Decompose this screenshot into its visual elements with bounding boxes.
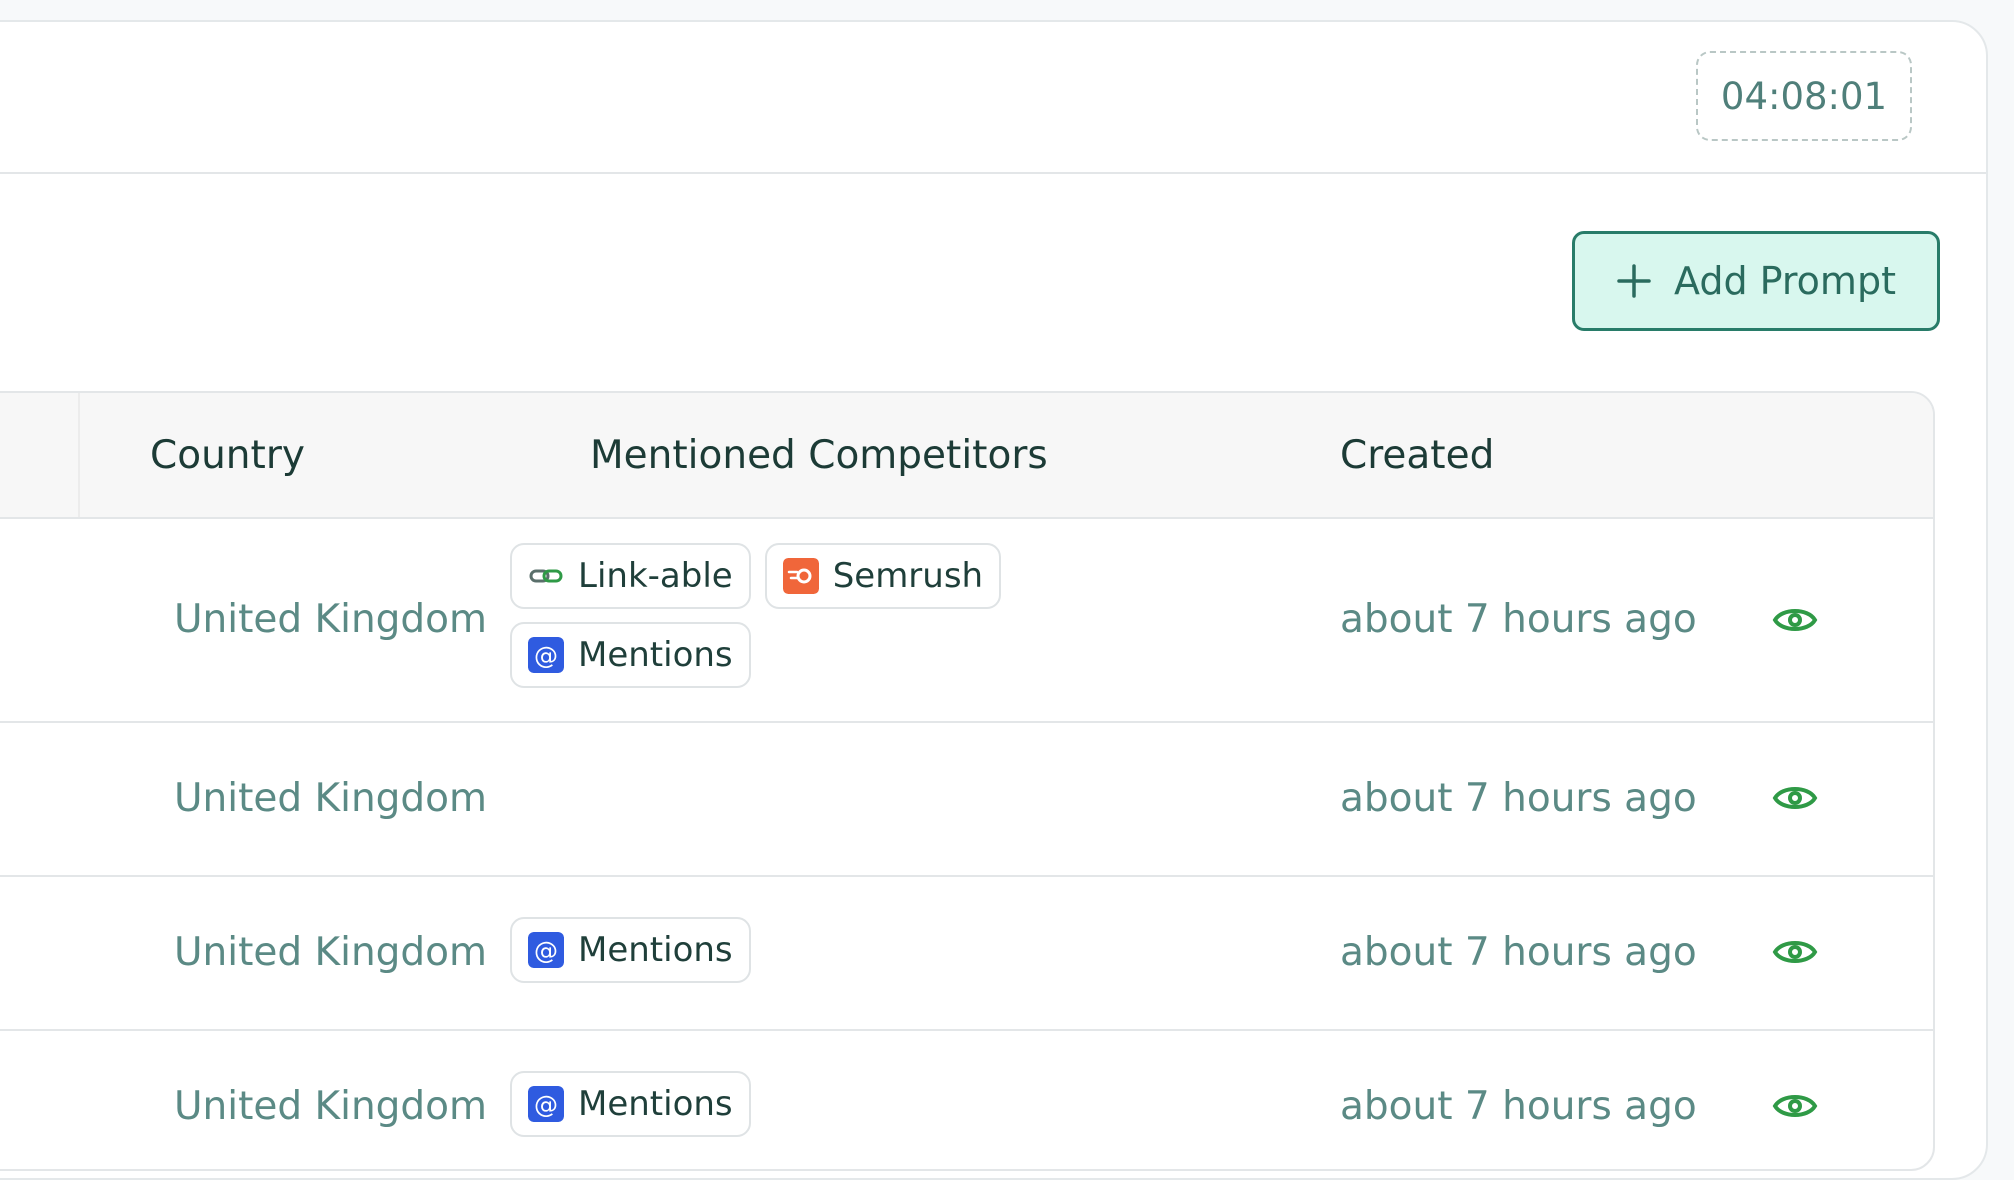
table-header: Country Mentioned Competitors Created bbox=[0, 393, 1933, 519]
svg-text:@: @ bbox=[534, 642, 558, 670]
eye-icon[interactable] bbox=[1772, 935, 1818, 969]
competitor-name: Mentions bbox=[578, 930, 733, 970]
table-row[interactable]: United Kingdom @ Mentions about 7 hours … bbox=[0, 875, 1933, 1031]
at-sign-icon: @ bbox=[528, 1086, 564, 1122]
semrush-logo-icon bbox=[782, 558, 819, 594]
created-cell: about 7 hours ago bbox=[1340, 775, 1697, 821]
table-row[interactable]: United Kingdom @ Mentions about 7 hours … bbox=[0, 1029, 1933, 1169]
competitor-name: Mentions bbox=[578, 635, 733, 675]
svg-text:@: @ bbox=[534, 1091, 558, 1119]
column-header-competitors[interactable]: Mentioned Competitors bbox=[590, 393, 1048, 517]
prompts-table: Country Mentioned Competitors Created Un… bbox=[0, 391, 1935, 1171]
eye-icon[interactable] bbox=[1772, 1089, 1818, 1123]
add-prompt-button[interactable]: Add Prompt bbox=[1572, 231, 1940, 331]
table-row[interactable]: United Kingdom Link-able Semrush @ Menti… bbox=[0, 517, 1933, 723]
competitors-cell: @ Mentions bbox=[510, 1071, 1010, 1137]
competitor-name: Semrush bbox=[832, 556, 984, 596]
eye-icon[interactable] bbox=[1772, 603, 1818, 637]
plus-icon bbox=[1617, 264, 1651, 298]
created-cell: about 7 hours ago bbox=[1340, 1083, 1697, 1129]
add-prompt-label: Add Prompt bbox=[1674, 259, 1896, 303]
column-header-created[interactable]: Created bbox=[1340, 393, 1494, 517]
competitor-name: Mentions bbox=[578, 1084, 733, 1124]
column-header-country[interactable]: Country bbox=[150, 393, 305, 517]
top-bar: 04:08:01 bbox=[0, 22, 1986, 174]
table-row[interactable]: United Kingdom about 7 hours ago bbox=[0, 721, 1933, 877]
competitors-cell: @ Mentions bbox=[510, 917, 1010, 983]
eye-icon[interactable] bbox=[1772, 781, 1818, 815]
link-icon bbox=[529, 569, 563, 583]
country-cell: United Kingdom bbox=[174, 775, 488, 821]
created-cell: about 7 hours ago bbox=[1340, 929, 1697, 975]
svg-text:@: @ bbox=[534, 937, 558, 965]
at-sign-icon: @ bbox=[528, 932, 564, 968]
country-cell: United Kingdom bbox=[174, 1083, 488, 1129]
competitor-chip[interactable]: @ Mentions bbox=[510, 622, 751, 688]
competitor-name: Link-able bbox=[578, 556, 733, 596]
competitor-chip[interactable]: Link-able bbox=[510, 543, 751, 609]
country-cell: United Kingdom bbox=[174, 596, 488, 642]
session-timer: 04:08:01 bbox=[1696, 51, 1912, 141]
competitor-chip[interactable]: @ Mentions bbox=[510, 1071, 751, 1137]
created-cell: about 7 hours ago bbox=[1340, 596, 1697, 642]
at-sign-icon: @ bbox=[528, 637, 564, 673]
column-divider bbox=[78, 393, 80, 517]
country-cell: United Kingdom bbox=[174, 929, 488, 975]
competitor-chip[interactable]: @ Mentions bbox=[510, 917, 751, 983]
competitors-cell: Link-able Semrush @ Mentions bbox=[510, 543, 1010, 688]
competitor-chip[interactable]: Semrush bbox=[764, 543, 1002, 609]
